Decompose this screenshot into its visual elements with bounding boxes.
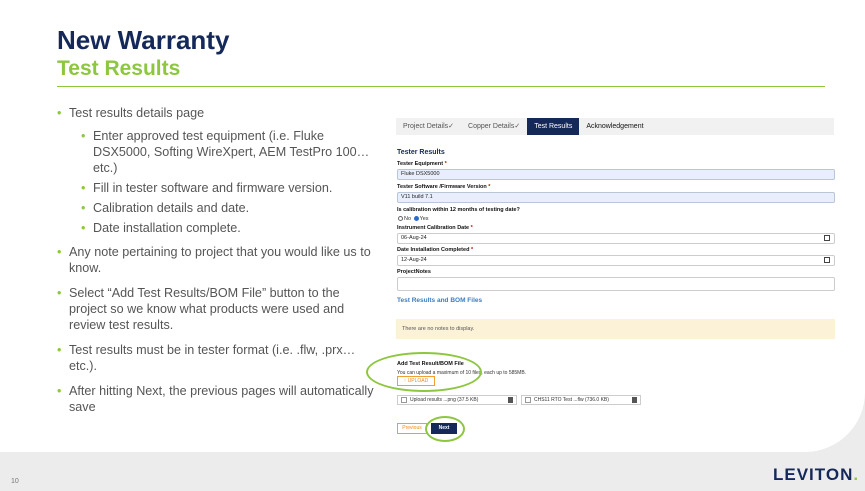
bullet-item: Any note pertaining to project that you … [57, 244, 377, 276]
bullet-item: Test results must be in tester format (i… [57, 342, 377, 374]
page-number: 10 [11, 478, 19, 485]
uploaded-file[interactable]: CHS11 RTO Test ...flw (736.0 KB) [521, 395, 641, 405]
calibration-date-field[interactable]: 06-Aug-24 [397, 233, 835, 244]
bullet-list: Test results details page Enter approved… [57, 105, 377, 422]
section-title: Tester Results [397, 149, 445, 156]
check-icon: ✓ [514, 123, 521, 130]
highlight-ellipse [366, 352, 482, 392]
tab-bar: Project Details✓ Copper Details✓ Test Re… [396, 118, 834, 135]
check-icon: ✓ [448, 123, 455, 130]
radio-no[interactable] [398, 216, 403, 222]
previous-button[interactable]: Previous [397, 423, 427, 434]
slide-subtitle: Test Results [57, 57, 181, 80]
tab-copper-details[interactable]: Copper Details✓ [461, 118, 527, 135]
results-bom-heading: Test Results and BOM Files [397, 297, 483, 304]
bullet-item: Test results details page [57, 105, 377, 121]
install-date-field[interactable]: 12-Aug-24 [397, 255, 835, 266]
slide-title: New Warranty [57, 25, 230, 55]
calibration-radio-group: No Yes [397, 216, 429, 222]
tab-project-details[interactable]: Project Details✓ [396, 118, 461, 135]
tab-acknowledgement[interactable]: Acknowledgement [579, 118, 650, 135]
sub-bullet-item: Calibration details and date. [57, 200, 377, 216]
app-screenshot: Project Details✓ Copper Details✓ Test Re… [393, 116, 838, 442]
project-notes-input[interactable] [397, 277, 835, 291]
calendar-icon[interactable] [824, 235, 830, 241]
empty-notes-message: There are no notes to display. [396, 319, 835, 339]
calibration-question: Is calibration within 12 months of testi… [397, 207, 520, 213]
radio-yes[interactable] [413, 216, 419, 222]
file-icon [401, 397, 407, 403]
tester-equipment-label: Tester Equipment * [397, 161, 447, 167]
sub-bullet-item: Enter approved test equipment (i.e. Fluk… [57, 128, 377, 176]
trash-icon[interactable] [508, 397, 513, 403]
tester-equipment-field[interactable]: Fluke DSX5000 [397, 169, 835, 180]
highlight-ellipse [425, 416, 465, 442]
software-label: Tester Software /Firmware Version * [397, 184, 491, 190]
software-field[interactable]: V11 build 7.1 [397, 192, 835, 203]
file-icon [525, 397, 531, 403]
sub-bullet-item: Fill in tester software and firmware ver… [57, 180, 377, 196]
uploaded-file[interactable]: Upload results ...png (37.5 KB) [397, 395, 517, 405]
slide: New Warranty Test Results Test results d… [0, 0, 865, 452]
leviton-logo: LEVITON. [773, 465, 860, 484]
calendar-icon[interactable] [824, 257, 830, 263]
trash-icon[interactable] [632, 397, 637, 403]
bullet-item: Select “Add Test Results/BOM File” butto… [57, 285, 377, 333]
tab-test-results[interactable]: Test Results [527, 118, 580, 135]
calibration-date-label: Instrument Calibration Date * [397, 225, 473, 231]
install-date-label: Date Installation Completed * [397, 247, 474, 253]
project-notes-label: ProjectNotes [397, 269, 431, 275]
sub-bullet-item: Date installation complete. [57, 220, 377, 236]
bullet-item: After hitting Next, the previous pages w… [57, 383, 377, 415]
title-divider [57, 86, 825, 87]
